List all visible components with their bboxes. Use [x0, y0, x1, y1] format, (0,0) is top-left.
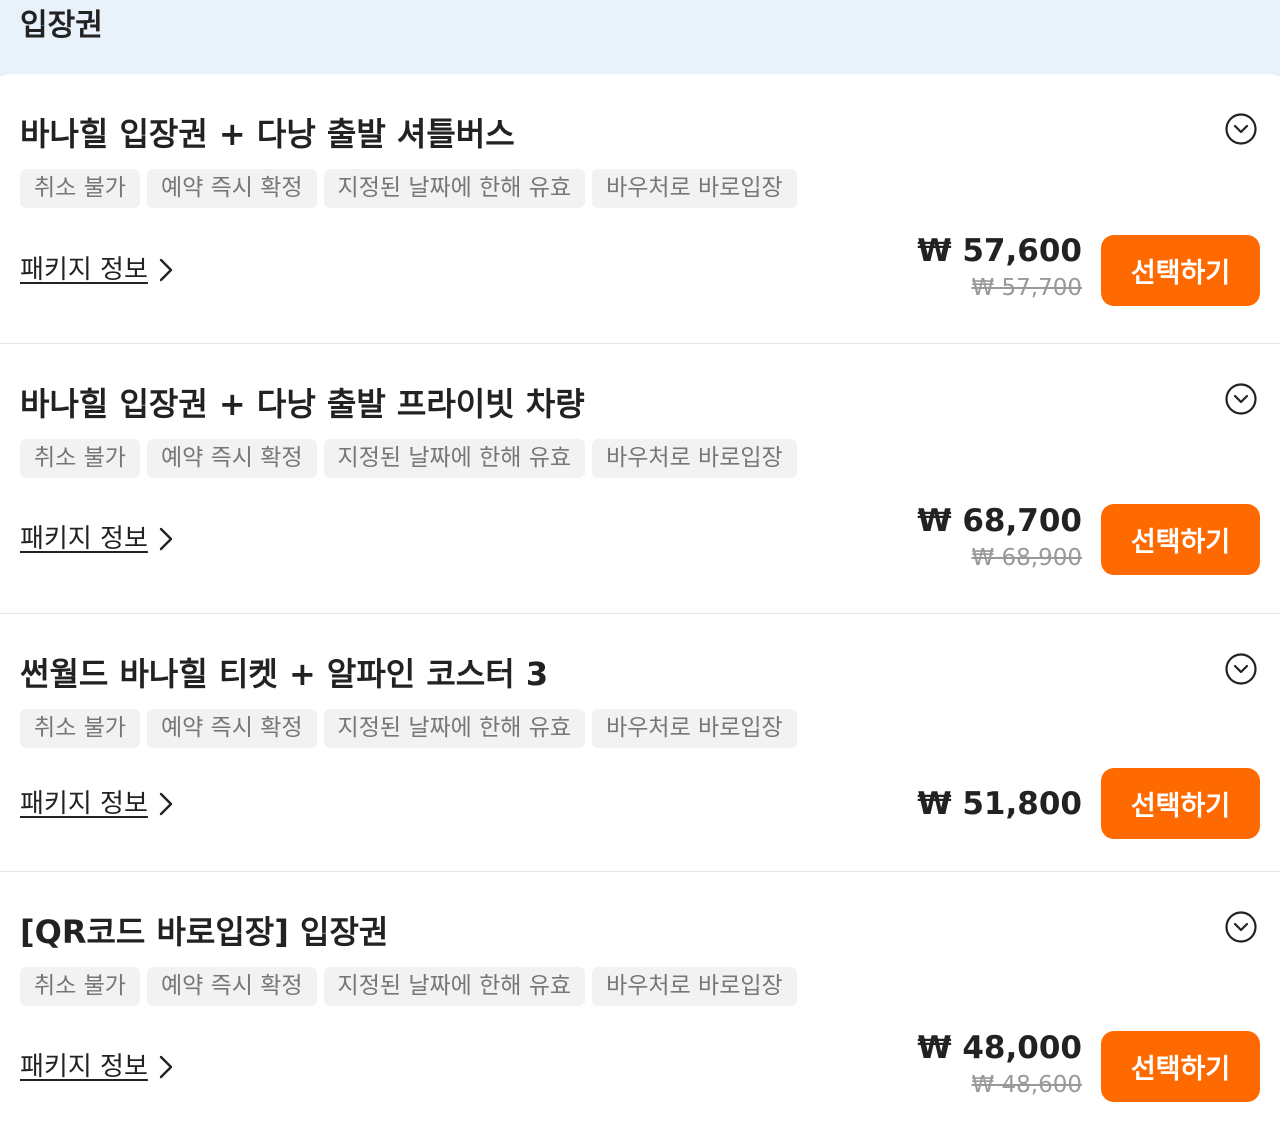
tag-list: 취소 불가 예약 즉시 확정 지정된 날짜에 한해 유효 바우처로 바로입장 — [20, 709, 797, 748]
original-price: ₩ 48,600 — [971, 1072, 1082, 1098]
select-button[interactable]: 선택하기 — [1101, 235, 1260, 306]
select-button[interactable]: 선택하기 — [1101, 504, 1260, 575]
package-list: 바나힐 입장권 + 다낭 출발 셔틀버스 취소 불가 예약 즉시 확정 지정된 … — [0, 74, 1280, 1123]
package-title: [QR코드 바로입장] 입장권 — [20, 913, 389, 951]
expand-button[interactable] — [1224, 652, 1258, 686]
tag-no-cancel: 취소 불가 — [20, 967, 140, 1006]
chevron-right-icon — [159, 527, 173, 551]
package-info-link[interactable]: 패키지 정보 — [20, 519, 176, 559]
package-info-link[interactable]: 패키지 정보 — [20, 250, 176, 290]
expand-button[interactable] — [1224, 112, 1258, 146]
chevron-down-circle-icon — [1225, 383, 1257, 415]
package-info-label: 패키지 정보 — [20, 1052, 148, 1082]
select-button[interactable]: 선택하기 — [1101, 1031, 1260, 1102]
tag-instant-confirm: 예약 즉시 확정 — [146, 439, 317, 478]
package-info-link[interactable]: 패키지 정보 — [20, 784, 176, 824]
price: ₩ 48,000 — [917, 1030, 1082, 1066]
tag-instant-confirm: 예약 즉시 확정 — [146, 709, 317, 748]
package-info-label: 패키지 정보 — [20, 255, 148, 285]
tag-date-valid: 지정된 날짜에 한해 유효 — [323, 967, 586, 1006]
price-group: ₩ 48,000 ₩ 48,600 — [917, 1027, 1082, 1101]
original-price: ₩ 57,700 — [971, 275, 1082, 301]
chevron-right-icon — [159, 792, 173, 816]
price-group: ₩ 51,800 — [917, 783, 1082, 825]
select-button[interactable]: 선택하기 — [1101, 768, 1260, 839]
expand-button[interactable] — [1224, 910, 1258, 944]
price: ₩ 57,600 — [917, 233, 1082, 269]
tag-voucher-entry: 바우처로 바로입장 — [592, 967, 797, 1006]
chevron-right-icon — [159, 258, 173, 282]
package-card: 바나힐 입장권 + 다낭 출발 프라이빗 차량 취소 불가 예약 즉시 확정 지… — [0, 344, 1280, 614]
tag-list: 취소 불가 예약 즉시 확정 지정된 날짜에 한해 유효 바우처로 바로입장 — [20, 967, 797, 1006]
package-title: 썬월드 바나힐 티켓 + 알파인 코스터 3 — [20, 655, 549, 693]
chevron-down-circle-icon — [1225, 911, 1257, 943]
tag-date-valid: 지정된 날짜에 한해 유효 — [323, 439, 586, 478]
expand-button[interactable] — [1224, 382, 1258, 416]
chevron-down-circle-icon — [1225, 113, 1257, 145]
price-group: ₩ 68,700 ₩ 68,900 — [917, 500, 1082, 574]
package-info-label: 패키지 정보 — [20, 789, 148, 819]
tag-date-valid: 지정된 날짜에 한해 유효 — [323, 709, 586, 748]
tag-voucher-entry: 바우처로 바로입장 — [592, 439, 797, 478]
package-card: 바나힐 입장권 + 다낭 출발 셔틀버스 취소 불가 예약 즉시 확정 지정된 … — [0, 74, 1280, 344]
tag-date-valid: 지정된 날짜에 한해 유효 — [323, 169, 586, 208]
price-group: ₩ 57,600 ₩ 57,700 — [917, 230, 1082, 304]
package-title: 바나힐 입장권 + 다낭 출발 프라이빗 차량 — [20, 385, 585, 423]
tag-no-cancel: 취소 불가 — [20, 709, 140, 748]
tag-list: 취소 불가 예약 즉시 확정 지정된 날짜에 한해 유효 바우처로 바로입장 — [20, 169, 797, 208]
section-header: 입장권 — [0, 0, 1280, 76]
chevron-down-circle-icon — [1225, 653, 1257, 685]
tag-list: 취소 불가 예약 즉시 확정 지정된 날짜에 한해 유효 바우처로 바로입장 — [20, 439, 797, 478]
tag-instant-confirm: 예약 즉시 확정 — [146, 967, 317, 1006]
package-info-label: 패키지 정보 — [20, 524, 148, 554]
tag-voucher-entry: 바우처로 바로입장 — [592, 169, 797, 208]
package-card: 썬월드 바나힐 티켓 + 알파인 코스터 3 취소 불가 예약 즉시 확정 지정… — [0, 614, 1280, 872]
tag-no-cancel: 취소 불가 — [20, 439, 140, 478]
price: ₩ 68,700 — [917, 503, 1082, 539]
package-info-link[interactable]: 패키지 정보 — [20, 1047, 176, 1087]
tag-no-cancel: 취소 불가 — [20, 169, 140, 208]
package-title: 바나힐 입장권 + 다낭 출발 셔틀버스 — [20, 115, 515, 153]
chevron-right-icon — [159, 1055, 173, 1079]
tag-instant-confirm: 예약 즉시 확정 — [146, 169, 317, 208]
package-card: [QR코드 바로입장] 입장권 취소 불가 예약 즉시 확정 지정된 날짜에 한… — [0, 872, 1280, 1123]
section-title: 입장권 — [20, 8, 103, 43]
price: ₩ 51,800 — [917, 786, 1082, 822]
tag-voucher-entry: 바우처로 바로입장 — [592, 709, 797, 748]
original-price: ₩ 68,900 — [971, 545, 1082, 571]
